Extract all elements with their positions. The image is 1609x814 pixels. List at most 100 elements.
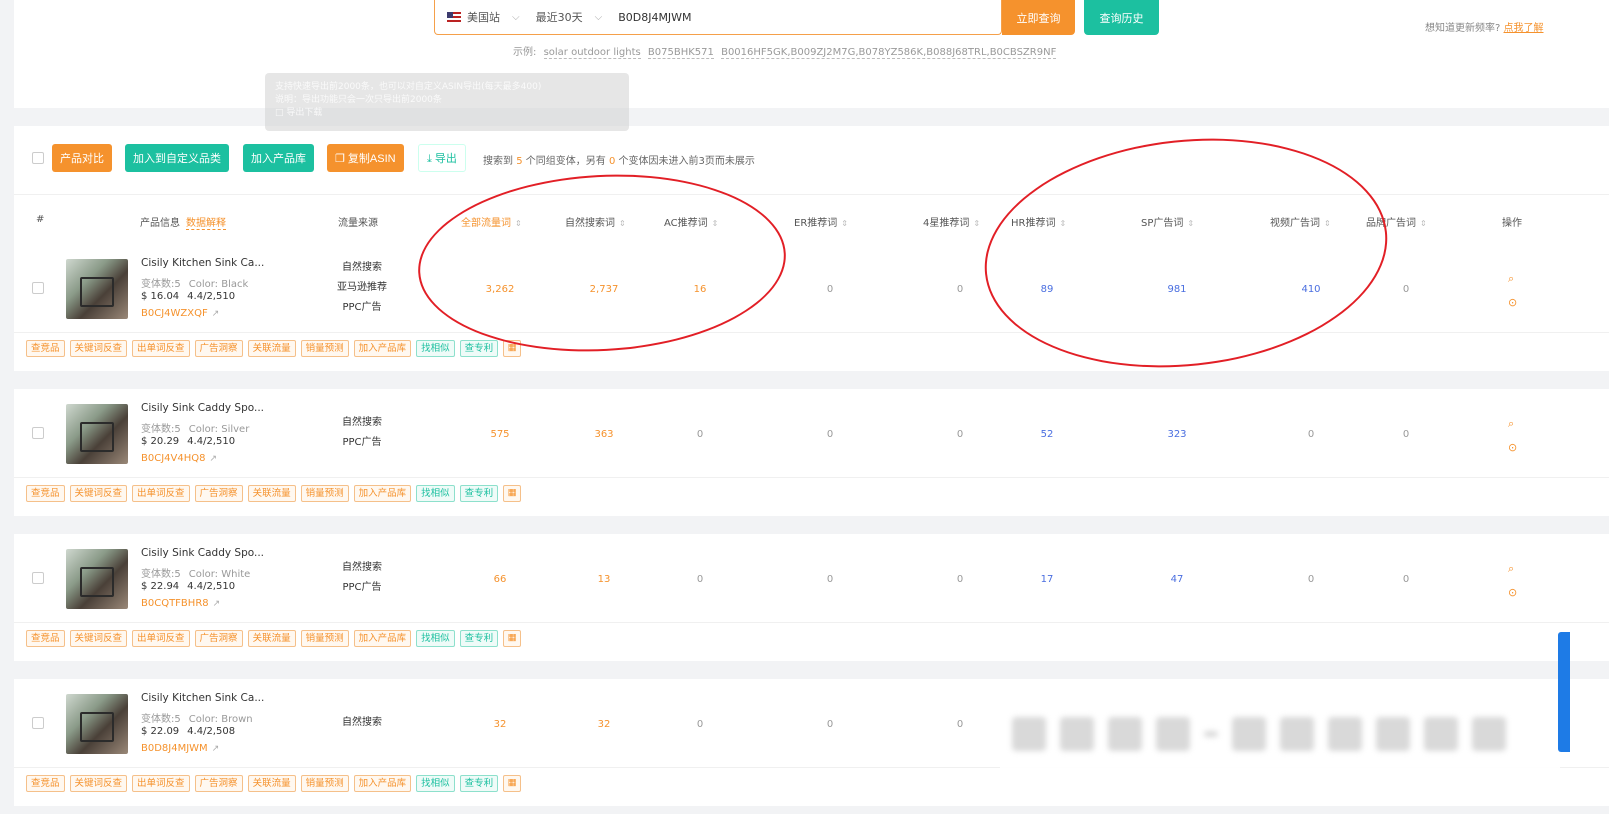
all-traffic-value[interactable]: 32 <box>470 719 530 730</box>
calculator-icon[interactable]: ▦ <box>503 630 522 647</box>
chevron-down-icon[interactable]: ⌵ <box>595 12 603 23</box>
site-select[interactable]: 美国站 <box>467 9 500 25</box>
organic-value[interactable]: 2,737 <box>574 284 634 295</box>
sp-value[interactable]: 981 <box>1147 284 1207 295</box>
tag-order-keyword[interactable]: 出单词反查 <box>132 340 190 357</box>
col-organic[interactable]: 自然搜索词 ⇕ <box>565 214 626 229</box>
tag-related-traffic[interactable]: 关联流量 <box>247 630 296 647</box>
row-checkbox[interactable] <box>32 282 44 294</box>
tag-competitor[interactable]: 查竞品 <box>26 630 65 647</box>
hr-value[interactable]: 52 <box>1017 429 1077 440</box>
select-all-checkbox[interactable] <box>32 152 44 164</box>
col-er[interactable]: ER推荐词 ⇕ <box>794 214 848 229</box>
sort-icon[interactable]: ⇕ <box>1420 219 1427 228</box>
hr-value[interactable]: 17 <box>1017 574 1077 585</box>
sort-icon[interactable]: ⇕ <box>1059 219 1066 228</box>
tag-order-keyword[interactable]: 出单词反查 <box>132 775 190 792</box>
external-link-icon[interactable]: ↗ <box>212 744 220 754</box>
col-hr[interactable]: HR推荐词 ⇕ <box>1011 214 1066 229</box>
product-image[interactable] <box>66 694 128 754</box>
location-pin-icon[interactable]: ⊙ <box>1508 441 1517 454</box>
product-name[interactable]: Cisily Kitchen Sink Ca... <box>141 692 264 704</box>
tag-find-similar[interactable]: 找相似 <box>416 630 455 647</box>
product-image[interactable] <box>66 259 128 319</box>
history-button[interactable]: 查询历史 <box>1084 0 1159 35</box>
tag-add-library[interactable]: 加入产品库 <box>353 340 412 357</box>
sort-icon[interactable]: ⇕ <box>515 219 522 228</box>
sort-icon[interactable]: ⇕ <box>712 219 719 228</box>
tag-sales-forecast[interactable]: 销量预测 <box>300 340 349 357</box>
organic-value[interactable]: 13 <box>574 574 634 585</box>
col-all-traffic[interactable]: 全部流量词 ⇕ <box>461 214 522 229</box>
tag-keyword-reverse[interactable]: 关键词反查 <box>69 340 128 357</box>
product-image[interactable] <box>66 404 128 464</box>
tag-keyword-reverse[interactable]: 关键词反查 <box>69 630 128 647</box>
tag-find-similar[interactable]: 找相似 <box>416 485 455 502</box>
tag-competitor[interactable]: 查竞品 <box>26 485 65 502</box>
row-checkbox[interactable] <box>32 572 44 584</box>
tag-order-keyword[interactable]: 出单词反查 <box>132 485 190 502</box>
tag-ad-insight[interactable]: 广告洞察 <box>194 630 243 647</box>
chevron-down-icon[interactable]: ⌵ <box>512 12 520 23</box>
row-checkbox[interactable] <box>32 427 44 439</box>
ac-value[interactable]: 16 <box>670 284 730 295</box>
example-link[interactable]: solar outdoor lights <box>543 47 641 59</box>
tag-sales-forecast[interactable]: 销量预测 <box>300 485 349 502</box>
product-name[interactable]: Cisily Kitchen Sink Ca... <box>141 257 264 269</box>
organic-value[interactable]: 32 <box>574 719 634 730</box>
tag-add-library[interactable]: 加入产品库 <box>353 485 412 502</box>
sort-icon[interactable]: ⇕ <box>1187 219 1194 228</box>
calculator-icon[interactable]: ▦ <box>503 340 522 357</box>
add-category-button[interactable]: 加入到自定义品类 <box>125 144 229 172</box>
col-sp[interactable]: SP广告词 ⇕ <box>1141 214 1194 229</box>
tag-add-library[interactable]: 加入产品库 <box>353 630 412 647</box>
tag-order-keyword[interactable]: 出单词反查 <box>132 630 190 647</box>
tag-patent[interactable]: 查专利 <box>459 630 499 647</box>
location-pin-icon[interactable]: ⊙ <box>1508 586 1517 599</box>
all-traffic-value[interactable]: 575 <box>470 429 530 440</box>
tag-keyword-reverse[interactable]: 关键词反查 <box>69 775 128 792</box>
organic-value[interactable]: 363 <box>574 429 634 440</box>
tag-patent[interactable]: 查专利 <box>459 485 499 502</box>
product-name[interactable]: Cisily Sink Caddy Spo... <box>141 547 264 559</box>
external-link-icon[interactable]: ↗ <box>212 309 220 319</box>
row-checkbox[interactable] <box>32 717 44 729</box>
hint-link[interactable]: 点我了解 <box>1504 23 1544 34</box>
side-float-tab[interactable] <box>1558 632 1570 752</box>
tag-related-traffic[interactable]: 关联流量 <box>247 485 296 502</box>
search-icon[interactable]: ⌕ <box>1508 562 1514 576</box>
export-button[interactable]: ⤓ 导出 <box>418 144 466 172</box>
external-link-icon[interactable]: ↗ <box>209 454 217 464</box>
tag-sales-forecast[interactable]: 销量预测 <box>300 630 349 647</box>
tag-keyword-reverse[interactable]: 关键词反查 <box>69 485 128 502</box>
external-link-icon[interactable]: ↗ <box>213 599 221 609</box>
product-asin[interactable]: B0CJ4V4HQ8 ↗ <box>141 453 217 464</box>
product-asin[interactable]: B0CQTFBHR8 ↗ <box>141 598 220 609</box>
compare-button[interactable]: 产品对比 <box>52 144 112 172</box>
col-ac[interactable]: AC推荐词 ⇕ <box>664 214 718 229</box>
tag-competitor[interactable]: 查竞品 <box>26 775 65 792</box>
location-pin-icon[interactable]: ⊙ <box>1508 296 1517 309</box>
col-four-star[interactable]: 4星推荐词 ⇕ <box>923 214 980 229</box>
all-traffic-value[interactable]: 66 <box>470 574 530 585</box>
add-library-button[interactable]: 加入产品库 <box>243 144 314 172</box>
tag-find-similar[interactable]: 找相似 <box>416 775 455 792</box>
tag-add-library[interactable]: 加入产品库 <box>353 775 412 792</box>
example-link[interactable]: B0016HF5GK,B009ZJ2M7G,B078YZ586K,B088J68… <box>721 47 1057 59</box>
tag-related-traffic[interactable]: 关联流量 <box>247 775 296 792</box>
calculator-icon[interactable]: ▦ <box>503 485 522 502</box>
sort-icon[interactable]: ⇕ <box>973 219 980 228</box>
tag-related-traffic[interactable]: 关联流量 <box>247 340 296 357</box>
query-button[interactable]: 立即查询 <box>1002 0 1075 35</box>
video-value[interactable]: 410 <box>1281 284 1341 295</box>
example-link[interactable]: B075BHK571 <box>647 47 714 59</box>
product-asin[interactable]: B0D8J4MJWM ↗ <box>141 743 219 754</box>
data-explain-link[interactable]: 数据解释 <box>186 218 226 230</box>
search-input[interactable] <box>618 10 919 24</box>
tag-patent[interactable]: 查专利 <box>459 775 499 792</box>
sp-value[interactable]: 47 <box>1147 574 1207 585</box>
tag-ad-insight[interactable]: 广告洞察 <box>194 485 243 502</box>
sp-value[interactable]: 323 <box>1147 429 1207 440</box>
hr-value[interactable]: 89 <box>1017 284 1077 295</box>
tag-competitor[interactable]: 查竞品 <box>26 340 65 357</box>
